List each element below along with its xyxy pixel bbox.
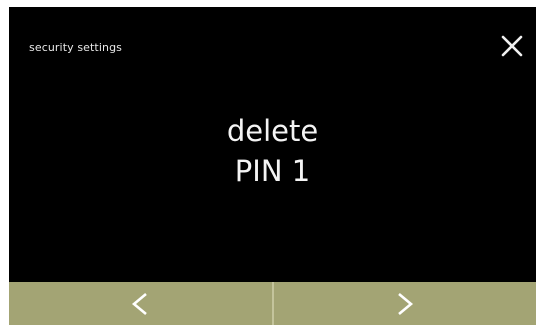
close-button[interactable] bbox=[499, 33, 525, 59]
previous-button[interactable] bbox=[9, 282, 274, 325]
chevron-left-icon bbox=[132, 292, 148, 315]
navigation-bar bbox=[9, 282, 536, 325]
close-icon bbox=[501, 35, 523, 57]
message-line-action: delete bbox=[226, 114, 319, 148]
chevron-right-icon bbox=[397, 292, 413, 315]
device-screen: security settings delete PIN 1 bbox=[9, 7, 536, 325]
message-line-target: PIN 1 bbox=[234, 154, 311, 188]
confirmation-message: delete PIN 1 bbox=[9, 111, 536, 191]
next-button[interactable] bbox=[273, 282, 536, 325]
screen-title: security settings bbox=[29, 41, 122, 54]
